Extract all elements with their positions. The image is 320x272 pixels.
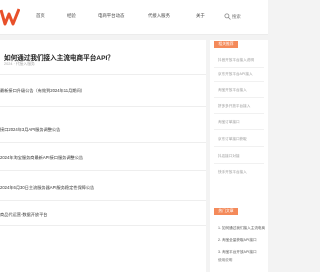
sidebar-popular-item[interactable]: 3. 淘宝平台开放API接口 [218, 250, 257, 255]
related-link[interactable]: 2024年淘宝服务商最新API接口服务调整公告 [0, 155, 83, 161]
divider [214, 81, 264, 82]
divider [0, 106, 206, 107]
sidebar-section-label: 相关推荐 [214, 41, 238, 48]
article-meta: 2024 · 代接入服务 [4, 62, 35, 66]
sidebar-link[interactable]: 拼多多开放平台接入 [218, 104, 250, 109]
nav-item-experience[interactable]: 经验 [67, 13, 76, 19]
divider [214, 67, 264, 68]
divider [214, 97, 264, 98]
divider [0, 142, 206, 143]
related-link[interactable]: 接口2024年3月API服务调整公告 [0, 127, 60, 133]
divider [214, 146, 264, 147]
site-logo[interactable] [0, 6, 20, 28]
sidebar-popular-item[interactable]: 2. 淘宝全量获取API接口 [218, 238, 257, 243]
related-link[interactable]: 商品代运营-数据开放平台 [0, 212, 47, 218]
top-navbar: 首页 经验 电商平台动态 代接入服务 关于 [0, 0, 268, 35]
nav-item-platform-news[interactable]: 电商平台动态 [98, 13, 124, 19]
divider [0, 200, 206, 201]
sidebar-popular-item[interactable]: 1. 如何通过我们接入主流电商 [218, 226, 265, 231]
sidebar-popular-item-continued: 使用说明 [218, 258, 233, 262]
divider [214, 129, 264, 130]
sidebar-link[interactable]: 京东开放平台API接入 [218, 72, 253, 77]
divider [0, 74, 206, 75]
divider [0, 170, 206, 171]
sidebar-link[interactable]: 淘宝开放平台接入 [218, 88, 247, 93]
divider [0, 225, 206, 226]
search-input[interactable] [232, 12, 262, 21]
sidebar-link[interactable]: 抖店接口对接 [218, 154, 240, 159]
sidebar-link[interactable]: 京东订单接口获取 [218, 137, 247, 142]
nav-item-integration-service[interactable]: 代接入服务 [148, 13, 170, 19]
sidebar-link[interactable]: 快手开放平台接入 [218, 170, 247, 175]
related-link[interactable]: 最新接口升级公告（有效到2024年11月期间） [0, 88, 85, 94]
related-link[interactable]: 2024年6月30日主流服务器API服务稳定性保障公告 [0, 185, 94, 191]
nav-item-about[interactable]: 关于 [196, 13, 205, 19]
sidebar-section-label: 热门文章 [214, 208, 238, 215]
search-icon[interactable] [224, 13, 231, 20]
sidebar-link[interactable]: 抖音开放平台接入说明 [218, 58, 254, 63]
search-box[interactable] [224, 12, 262, 21]
divider [214, 113, 264, 114]
nav-item-home[interactable]: 首页 [36, 13, 45, 19]
article-title: 如何通过我们接入主流电商平台API？ [4, 55, 114, 62]
sidebar-link[interactable]: 淘宝订单接口 [218, 120, 240, 125]
divider [214, 163, 264, 164]
